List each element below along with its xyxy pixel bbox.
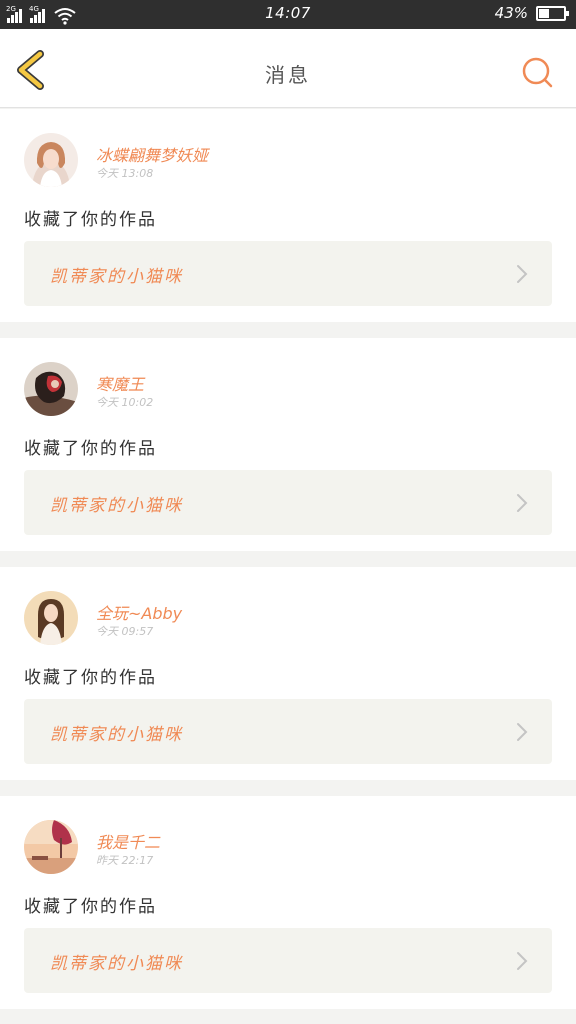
message-text: 收藏了你的作品	[24, 668, 157, 688]
search-icon	[522, 57, 553, 88]
work-link[interactable]: 凯蒂家的小猫咪	[24, 470, 552, 535]
status-bar: 2G 4G 14:07 43%	[0, 0, 576, 29]
user-name[interactable]: 冰蝶翩舞梦妖娅	[96, 142, 208, 166]
work-title: 凯蒂家的小猫咪	[50, 496, 183, 516]
user-name[interactable]: 我是千二	[96, 829, 160, 853]
work-title: 凯蒂家的小猫咪	[50, 267, 183, 287]
status-time: 14:07	[265, 4, 311, 22]
user-name[interactable]: 全玩~Abby	[96, 600, 182, 624]
message-card: 全玩~Abby 今天 09:57 收藏了你的作品 凯蒂家的小猫咪	[0, 567, 576, 780]
battery-icon	[536, 5, 569, 21]
avatar[interactable]	[24, 591, 78, 645]
chevron-right-icon	[517, 265, 528, 283]
app-header: 消息	[0, 29, 576, 108]
page-title: 消息	[265, 63, 311, 87]
battery-fill	[539, 8, 549, 18]
work-title: 凯蒂家的小猫咪	[50, 954, 183, 974]
message-card: 冰蝶翩舞梦妖娅 今天 13:08 收藏了你的作品 凯蒂家的小猫咪	[0, 109, 576, 322]
battery-percent: 43%	[494, 4, 528, 22]
message-list: 冰蝶翩舞梦妖娅 今天 13:08 收藏了你的作品 凯蒂家的小猫咪 寒魔王 今天 …	[0, 109, 576, 1024]
chevron-right-icon	[517, 952, 528, 970]
status-right: 43%	[494, 4, 569, 22]
message-card: 我是千二 昨天 22:17 收藏了你的作品 凯蒂家的小猫咪	[0, 796, 576, 1009]
message-time: 今天 10:02	[96, 396, 154, 409]
message-time: 今天 13:08	[96, 167, 154, 180]
message-text: 收藏了你的作品	[24, 439, 157, 459]
work-title: 凯蒂家的小猫咪	[50, 725, 183, 745]
message-text: 收藏了你的作品	[24, 897, 157, 917]
search-button[interactable]	[520, 55, 556, 91]
user-name[interactable]: 寒魔王	[96, 371, 144, 395]
work-link[interactable]: 凯蒂家的小猫咪	[24, 241, 552, 306]
avatar[interactable]	[24, 820, 78, 874]
avatar[interactable]	[24, 133, 78, 187]
avatar[interactable]	[24, 362, 78, 416]
chevron-right-icon	[517, 494, 528, 512]
work-link[interactable]: 凯蒂家的小猫咪	[24, 928, 552, 993]
chevron-right-icon	[517, 723, 528, 741]
message-card: 寒魔王 今天 10:02 收藏了你的作品 凯蒂家的小猫咪	[0, 338, 576, 551]
message-time: 今天 09:57	[96, 625, 154, 638]
message-text: 收藏了你的作品	[24, 210, 157, 230]
work-link[interactable]: 凯蒂家的小猫咪	[24, 699, 552, 764]
message-time: 昨天 22:17	[96, 854, 154, 867]
